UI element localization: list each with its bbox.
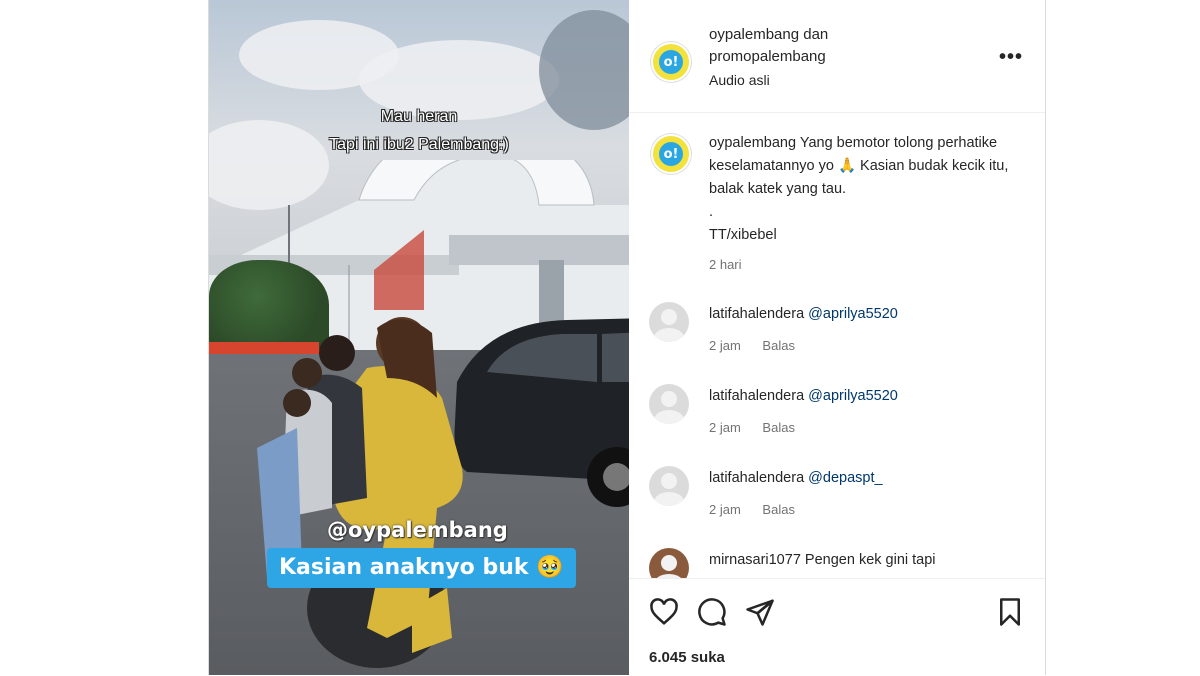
reply-button[interactable]: Balas xyxy=(762,338,795,353)
commenter-avatar[interactable] xyxy=(649,302,689,342)
comment-item: latifahalendera @depaspt_ 2 jam Balas xyxy=(629,466,1045,538)
comment-time: 2 jam xyxy=(709,338,741,353)
post-header: o! oypalembang dan promopalembang Audio … xyxy=(629,0,1045,113)
likes-count[interactable]: 6.045 suka xyxy=(649,649,725,666)
comment-meta: 2 jam Balas xyxy=(709,502,813,517)
author-avatar[interactable]: o! xyxy=(651,42,691,82)
caption-username[interactable]: oypalembang xyxy=(709,135,796,151)
share-icon[interactable] xyxy=(745,597,775,627)
comment-mention[interactable]: @aprilya5520 xyxy=(808,306,898,322)
comment-icon[interactable] xyxy=(697,597,727,627)
comment-username[interactable]: latifahalendera xyxy=(709,306,804,322)
video-handle-tag: @oypalembang xyxy=(327,518,508,542)
comment-item: mirnasari1077 Pengen kek gini tapi xyxy=(629,548,1045,578)
commenter-avatar[interactable] xyxy=(649,548,689,578)
comment-item: latifahalendera @aprilya5520 2 jam Balas xyxy=(629,302,1045,374)
heart-icon[interactable] xyxy=(649,597,679,627)
instagram-post: Mau heran Tapi ini ibu2 Palembang:) @oyp… xyxy=(208,0,1046,675)
commenter-avatar[interactable] xyxy=(649,384,689,424)
post-details-panel: o! oypalembang dan promopalembang Audio … xyxy=(629,0,1045,675)
comment-username[interactable]: latifahalendera xyxy=(709,388,804,404)
video-overlay-line1: Mau heran xyxy=(380,108,458,125)
reply-button[interactable]: Balas xyxy=(762,502,795,517)
video-caption-pill: Kasian anaknyo buk 🥹 xyxy=(267,548,576,588)
comment-text: mirnasari1077 Pengen kek gini tapi xyxy=(709,552,936,568)
post-actions: 6.045 suka xyxy=(629,578,1045,676)
video-overlay-line2: Tapi ini ibu2 Palembang:) xyxy=(329,136,509,153)
author-name-line2[interactable]: promopalembang xyxy=(709,46,828,68)
audio-label[interactable]: Audio asli xyxy=(709,72,770,88)
comment-meta: 2 jam Balas xyxy=(709,338,813,353)
comment-text: latifahalendera @aprilya5520 xyxy=(709,388,898,404)
comment-username[interactable]: latifahalendera xyxy=(709,470,804,486)
caption-dot: . xyxy=(709,204,714,220)
post-video[interactable]: Mau heran Tapi ini ibu2 Palembang:) @oyp… xyxy=(209,0,629,675)
author-names[interactable]: oypalembang dan promopalembang xyxy=(709,24,828,68)
caption-credit: TT/xibebel xyxy=(709,227,777,243)
avatar-logo: o! xyxy=(659,50,683,74)
comment-meta: 2 jam Balas xyxy=(709,420,813,435)
bookmark-icon[interactable] xyxy=(995,597,1025,627)
comment-body: Pengen kek gini tapi xyxy=(804,552,936,568)
comments-list[interactable]: o! oypalembang Yang bemotor tolong perha… xyxy=(629,112,1045,578)
comment-text: latifahalendera @aprilya5520 xyxy=(709,306,898,322)
caption-time: 2 hari xyxy=(709,257,742,272)
author-name-line1[interactable]: oypalembang dan xyxy=(709,24,828,46)
comment-text: latifahalendera @depaspt_ xyxy=(709,470,883,486)
more-options-icon[interactable]: ••• xyxy=(999,46,1023,69)
motorbike-riders xyxy=(257,317,463,668)
caption-avatar[interactable]: o! xyxy=(651,134,691,174)
comment-time: 2 jam xyxy=(709,420,741,435)
caption: oypalembang Yang bemotor tolong perhatik… xyxy=(709,132,1019,276)
comment-time: 2 jam xyxy=(709,502,741,517)
comment-mention[interactable]: @aprilya5520 xyxy=(808,388,898,404)
reply-button[interactable]: Balas xyxy=(762,420,795,435)
avatar-logo: o! xyxy=(659,142,683,166)
comment-item: latifahalendera @aprilya5520 2 jam Balas xyxy=(629,384,1045,456)
commenter-avatar[interactable] xyxy=(649,466,689,506)
comment-username[interactable]: mirnasari1077 xyxy=(709,552,801,568)
comment-mention[interactable]: @depaspt_ xyxy=(808,470,882,486)
